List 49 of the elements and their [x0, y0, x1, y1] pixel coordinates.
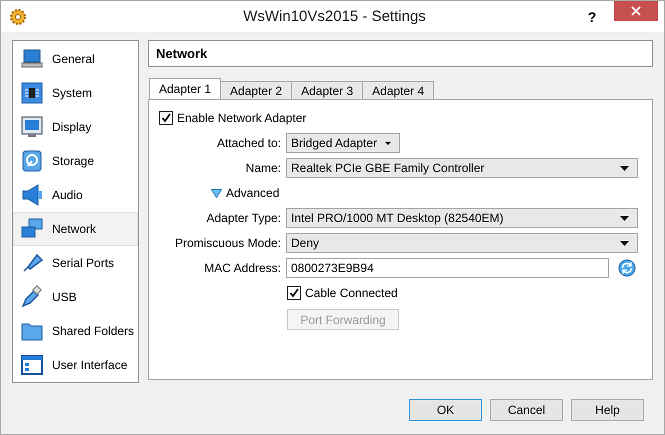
field-label: Name:	[244, 161, 282, 175]
caret-icon	[385, 140, 391, 146]
mode-dropdown[interactable]: Deny	[286, 233, 638, 253]
checkbox[interactable]	[159, 111, 173, 125]
expand-triangle-icon[interactable]	[211, 188, 222, 198]
tab[interactable]: Adapter 2	[220, 81, 292, 99]
name-dropdown[interactable]: Realtek PCIe GBE Family Controller	[286, 158, 638, 178]
chip-icon	[20, 81, 44, 105]
field-label: Adapter Type:	[206, 211, 282, 225]
sidebar-item[interactable]: User Interface	[13, 348, 138, 382]
attachment-dropdown[interactable]: Bridged Adapter	[286, 133, 400, 153]
help-button[interactable]: ?	[582, 8, 602, 24]
adapter-type-dropdown[interactable]: Intel PRO/1000 MT Desktop (82540EM)	[286, 208, 638, 228]
tab[interactable]: Adapter 4	[362, 81, 434, 99]
dialog-button[interactable]: Help	[571, 399, 644, 421]
gear-icon	[9, 8, 27, 26]
sidebar-item[interactable]: Audio	[13, 178, 138, 212]
monitor-icon	[20, 115, 44, 139]
checkbox-label[interactable]: Cable Connected	[305, 286, 398, 300]
sidebar-item[interactable]: Network	[13, 212, 138, 246]
caret-icon	[620, 166, 629, 170]
page-title: Network	[148, 40, 653, 67]
dialog-button[interactable]: OK	[409, 399, 482, 421]
tab[interactable]: Adapter 3	[291, 81, 364, 99]
mac-address-field[interactable]: 0800273E9B94	[286, 258, 609, 278]
refresh-icon[interactable]	[618, 259, 636, 277]
field-label: Promiscuous Mode:	[174, 236, 282, 250]
close-button[interactable]	[614, 1, 658, 21]
sidebar-item[interactable]: Serial Ports	[13, 246, 138, 280]
usb-plug-icon	[20, 285, 44, 309]
checkbox[interactable]	[287, 286, 301, 300]
caret-icon	[620, 240, 629, 246]
sidebar-item[interactable]: Storage	[13, 144, 138, 178]
field-label: MAC Address:	[203, 261, 282, 275]
dialog-button[interactable]: Cancel	[490, 399, 563, 421]
sidebar-item[interactable]: General	[13, 42, 138, 76]
window-icon	[20, 353, 44, 377]
expander-label[interactable]: Advanced	[226, 186, 280, 200]
sidebar-item[interactable]: Display	[13, 110, 138, 144]
checkbox-label[interactable]: Enable Network Adapter	[177, 111, 306, 125]
field-label: Attached to:	[216, 136, 282, 150]
window-title: WsWin10Vs2015 - Settings	[242, 8, 427, 25]
sidebar-item[interactable]: Shared Folders	[13, 314, 138, 348]
sidebar-item[interactable]: System	[13, 76, 138, 110]
speaker-icon	[20, 183, 44, 207]
tab[interactable]: Adapter 1	[149, 78, 222, 99]
sidebar-item[interactable]: USB	[13, 280, 138, 314]
caret-icon	[620, 216, 629, 220]
close-icon	[631, 6, 641, 16]
